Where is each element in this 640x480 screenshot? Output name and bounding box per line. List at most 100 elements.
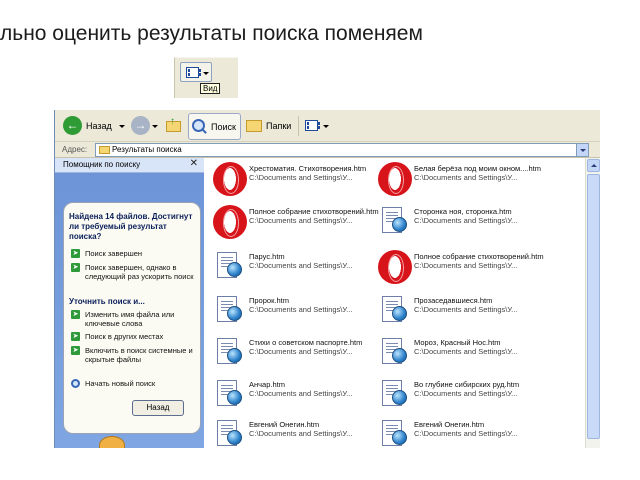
- result-item[interactable]: Мороз, Красный Нос.htm C:\Documents and S…: [376, 336, 546, 376]
- html-doc-icon: [217, 380, 247, 410]
- result-filename: Евгений Онегин.htm: [414, 420, 485, 429]
- result-path: C:\Documents and Settings\У...: [249, 389, 353, 398]
- view-button[interactable]: [180, 62, 212, 82]
- views-dropdown-icon: [323, 125, 329, 128]
- result-item[interactable]: Полное собрание стихотворений.htm C:\Docu…: [376, 250, 546, 290]
- result-filename: Пророк.htm: [249, 296, 289, 305]
- result-path: C:\Documents and Settings\У...: [414, 173, 518, 182]
- html-doc-icon: [382, 380, 412, 410]
- search-companion-pane: Помощник по поиску ✕ Найдена 14 файлов. …: [55, 158, 204, 448]
- result-item[interactable]: Полное собрание стихотворений.htm C:\Docu…: [211, 205, 381, 245]
- result-item[interactable]: Пророк.htm C:\Documents and Settings\У...: [211, 294, 381, 334]
- html-doc-icon: [382, 207, 412, 237]
- address-field[interactable]: Результаты поиска: [95, 143, 589, 157]
- option-include-hidden[interactable]: ➤ Включить в поиск системные и скрытые ф…: [71, 346, 199, 376]
- html-doc-icon: [217, 420, 247, 448]
- result-path: C:\Documents and Settings\У...: [414, 347, 518, 356]
- option-label: Включить в поиск системные и скрытые фай…: [85, 346, 193, 364]
- result-item[interactable]: Прозаседавшиеся.htm C:\Documents and Sett…: [376, 294, 546, 334]
- result-item[interactable]: Евгений Онегин.htm C:\Documents and Setti…: [211, 418, 381, 448]
- close-icon[interactable]: ✕: [190, 158, 198, 169]
- back-dropdown-icon[interactable]: [119, 125, 125, 128]
- option-change-filename[interactable]: ➤ Изменить имя файла или ключевые слова: [71, 310, 199, 330]
- html-doc-icon: [382, 338, 412, 368]
- search-companion-balloon: Найдена 14 файлов. Достигнут ли требуемы…: [63, 202, 201, 434]
- up-folder-button[interactable]: ↑: [165, 116, 185, 138]
- result-item[interactable]: Евгений Онегин.htm C:\Documents and Setti…: [376, 418, 546, 448]
- result-item[interactable]: Парус.htm C:\Documents and Settings\У...: [211, 250, 381, 290]
- green-arrow-icon: ➤: [71, 249, 80, 258]
- result-path: C:\Documents and Settings\У...: [414, 216, 518, 225]
- search-results-list: Хрестоматия. Стихотворения.htm C:\Documen…: [205, 158, 585, 448]
- result-item[interactable]: Сторонка ноя, сторонка.htm C:\Documents a…: [376, 205, 546, 245]
- folders-icon: [246, 120, 262, 132]
- result-filename: Стихи о советском паспорте.htm: [249, 338, 363, 347]
- result-path: C:\Documents and Settings\У...: [249, 347, 353, 356]
- forward-arrow-icon: →: [131, 116, 150, 135]
- toolbar: ← Назад → ↑ Поиск Папки: [55, 110, 600, 142]
- result-path: C:\Documents and Settings\У...: [249, 429, 353, 438]
- folders-button[interactable]: Папки: [245, 116, 295, 138]
- result-path: C:\Documents and Settings\У...: [414, 389, 518, 398]
- result-path: C:\Documents and Settings\У...: [414, 305, 518, 314]
- option-label: Поиск завершен: [85, 249, 143, 258]
- back-arrow-icon: ←: [63, 116, 82, 135]
- search-dog-mascot-icon[interactable]: [99, 436, 125, 448]
- result-filename: Во глубине сибирских руд.htm: [414, 380, 520, 389]
- option-search-done[interactable]: ➤ Поиск завершен: [71, 249, 199, 261]
- result-item[interactable]: Во глубине сибирских руд.htm C:\Documents…: [376, 378, 546, 418]
- scroll-up-icon[interactable]: [587, 159, 600, 172]
- address-bar: Адрес: Результаты поиска: [55, 142, 600, 158]
- result-path: C:\Documents and Settings\У...: [249, 216, 353, 225]
- start-new-search[interactable]: Начать новый поиск: [71, 379, 199, 391]
- result-filename: Анчар.htm: [249, 380, 285, 389]
- opera-icon: [213, 162, 247, 196]
- opera-icon: [378, 162, 412, 196]
- back-button[interactable]: ← Назад: [61, 116, 125, 138]
- view-tooltip: Вид: [200, 83, 221, 94]
- option-label: Поиск завершен, однако в следующий раз у…: [85, 263, 194, 281]
- views-grid-icon: [186, 67, 201, 78]
- forward-dropdown-icon[interactable]: [152, 125, 158, 128]
- result-filename: Сторонка ноя, сторонка.htm: [414, 207, 512, 216]
- green-arrow-icon: ➤: [71, 346, 80, 355]
- views-button[interactable]: [303, 116, 331, 138]
- search-button[interactable]: Поиск: [188, 113, 241, 140]
- result-item[interactable]: Стихи о советском паспорте.htm C:\Documen…: [211, 336, 381, 376]
- new-search-label: Начать новый поиск: [85, 379, 156, 388]
- toolbar-separator: [298, 116, 299, 136]
- address-label: Адрес:: [62, 145, 88, 154]
- html-doc-icon: [217, 338, 247, 368]
- green-arrow-icon: ➤: [71, 332, 80, 341]
- green-arrow-icon: ➤: [71, 263, 80, 272]
- found-heading: Найдена 14 файлов. Достигнут ли требуемы…: [69, 212, 193, 241]
- opera-icon: [213, 205, 247, 239]
- result-filename: Хрестоматия. Стихотворения.htm: [249, 164, 367, 173]
- refine-heading: Уточнить поиск и...: [69, 297, 145, 306]
- pane-title: Помощник по поиску: [63, 160, 141, 169]
- back-label: Назад: [86, 121, 112, 131]
- search-results-folder-icon: [99, 146, 110, 154]
- search-icon-handle: [201, 128, 207, 134]
- vertical-scrollbar[interactable]: [585, 158, 600, 448]
- forward-button[interactable]: →: [131, 116, 158, 138]
- green-arrow-icon: ➤: [71, 310, 80, 319]
- option-label: Поиск в других местах: [85, 332, 164, 341]
- opera-icon: [378, 250, 412, 284]
- address-dropdown-icon[interactable]: [576, 144, 588, 156]
- result-item[interactable]: Белая берёза под моим окном....htm C:\Doc…: [376, 162, 546, 202]
- result-item[interactable]: Хрестоматия. Стихотворения.htm C:\Documen…: [211, 162, 381, 202]
- html-doc-icon: [382, 296, 412, 326]
- option-label: Изменить имя файла или ключевые слова: [85, 310, 175, 328]
- result-path: C:\Documents and Settings\У...: [249, 173, 353, 182]
- pane-back-button[interactable]: Назад: [132, 400, 184, 416]
- option-search-done-faster[interactable]: ➤ Поиск завершен, однако в следующий раз…: [71, 263, 199, 291]
- result-path: C:\Documents and Settings\У...: [414, 261, 518, 270]
- result-filename: Евгений Онегин.htm: [249, 420, 320, 429]
- chevron-down-icon: [203, 72, 209, 75]
- option-search-other-places[interactable]: ➤ Поиск в других местах: [71, 332, 199, 344]
- result-item[interactable]: Анчар.htm C:\Documents and Settings\У...: [211, 378, 381, 418]
- explorer-window: ← Назад → ↑ Поиск Папки Адрес: Результат…: [54, 110, 600, 448]
- scroll-thumb[interactable]: [587, 174, 600, 439]
- result-filename: Полное собрание стихотворений.htm: [414, 252, 544, 261]
